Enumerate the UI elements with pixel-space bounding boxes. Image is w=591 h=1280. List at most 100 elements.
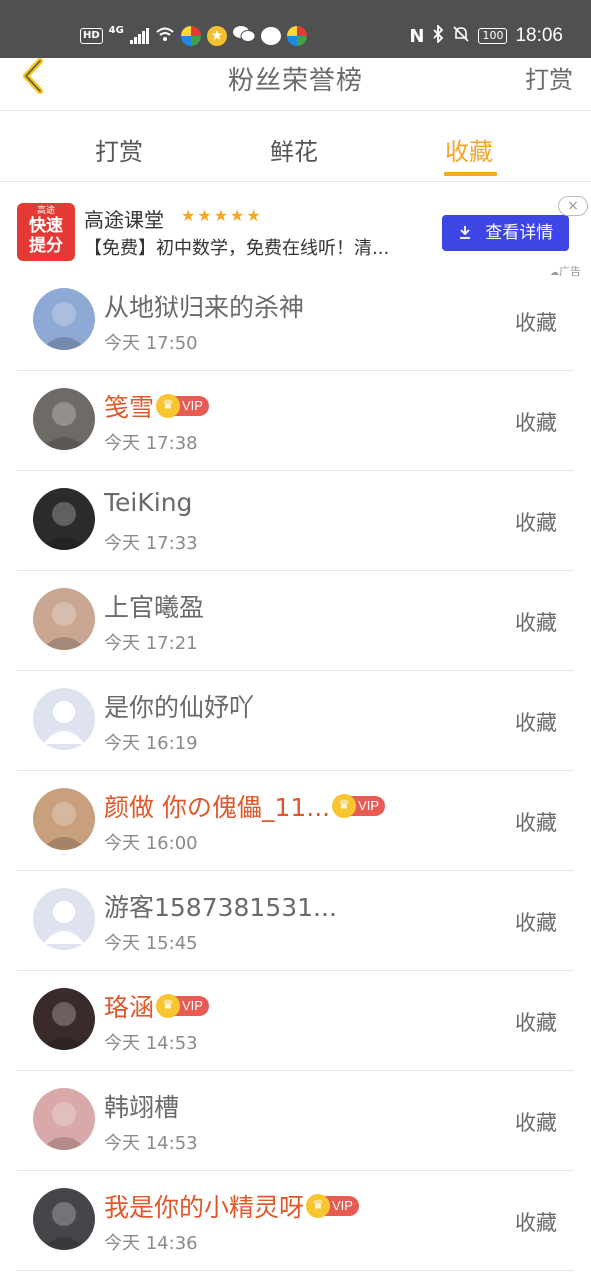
action-label: 收藏 — [515, 1011, 557, 1035]
timestamp: 今天 14:36 — [104, 1233, 198, 1254]
nfc-icon: N — [409, 25, 425, 47]
ad-logo-small-text: 高途 — [36, 206, 55, 216]
action-label: 收藏 — [515, 611, 557, 635]
username-text: 上官曦盈 — [104, 593, 205, 622]
username: 游客1587381531... — [104, 888, 337, 924]
avatar[interactable] — [33, 888, 95, 950]
list-item[interactable]: TeiKing 今天 17:33 收藏 — [0, 471, 591, 571]
wechat-icon — [232, 25, 256, 47]
action-label: 收藏 — [515, 311, 557, 335]
mute-bell-icon — [452, 25, 470, 48]
username: 我是你的小精灵呀 ♛ VIP — [104, 1188, 359, 1224]
timestamp: 今天 17:33 — [104, 533, 198, 554]
tab-reward[interactable]: 打赏 — [95, 132, 143, 167]
action-label: 收藏 — [515, 411, 557, 435]
ad-app-name: 高途课堂 — [84, 208, 164, 232]
action-label: 收藏 — [515, 811, 557, 835]
avatar[interactable] — [33, 1188, 95, 1250]
timestamp: 今天 16:19 — [104, 733, 198, 754]
username: 从地狱归来的杀神 — [104, 288, 304, 324]
crown-icon: ♛ — [332, 794, 357, 818]
bluetooth-icon — [432, 23, 444, 48]
battery-icon: 100 — [478, 28, 508, 44]
username-text: 我是你的小精灵呀 — [104, 1193, 305, 1222]
timestamp: 今天 14:53 — [104, 1033, 198, 1054]
username-text: 从地狱归来的杀神 — [104, 293, 305, 322]
list-item[interactable]: 是你的仙妤吖 今天 16:19 收藏 — [0, 671, 591, 771]
username-text: 笺雪 — [104, 393, 155, 422]
ad-banner[interactable]: 高途 快速 提分 高途课堂 ★★★★★ 【免费】初中数学，免费在线听！清... … — [0, 183, 591, 278]
ad-description: 【免费】初中数学，免费在线听！清... — [84, 238, 390, 259]
network-type: 4G — [108, 24, 124, 36]
list-item[interactable]: 从地狱归来的杀神今天 17:50 收藏 — [0, 271, 591, 371]
avatar[interactable] — [33, 588, 95, 650]
ad-logo-text-2: 提分 — [29, 236, 63, 256]
action-label: 收藏 — [515, 911, 557, 935]
tab-bar: 打赏 鲜花 收藏 — [0, 112, 591, 182]
ad-close-button[interactable]: × — [558, 196, 588, 216]
user-photo-icon — [41, 1002, 87, 1050]
avatar[interactable] — [33, 688, 95, 750]
ad-button-label: 查看详情 — [485, 223, 554, 243]
tab-flowers[interactable]: 鲜花 — [270, 132, 318, 167]
list-item[interactable]: 颜做 你の傀儡_11... ♛ VIP 今天 16:00 收藏 — [0, 771, 591, 871]
list-item[interactable]: 上官曦盈今天 17:21 收藏 — [0, 571, 591, 671]
vip-badge: ♛ VIP — [156, 394, 209, 418]
username-text: 韩翊槽 — [104, 1093, 180, 1122]
hd-icon: HD — [80, 28, 103, 44]
app-notification-icon-2 — [286, 26, 307, 46]
crown-icon: ♛ — [156, 394, 181, 418]
nav-header: 粉丝荣誉榜 打赏 — [0, 58, 591, 111]
avatar[interactable] — [33, 1088, 95, 1150]
avatar[interactable] — [33, 288, 95, 350]
signal-icon — [129, 28, 149, 44]
timestamp: 今天 17:38 — [104, 433, 198, 454]
ad-app-logo: 高途 快速 提分 — [17, 203, 75, 261]
list-item[interactable]: 珞涵 ♛ VIP 今天 14:53 收藏 — [0, 971, 591, 1071]
reward-button[interactable]: 打赏 — [525, 60, 573, 95]
vip-badge: ♛ VIP — [332, 794, 386, 818]
timestamp: 今天 14:53 — [104, 1133, 198, 1154]
ad-details-button[interactable]: 查看详情 — [442, 215, 569, 251]
username: 韩翊槽 — [104, 1088, 179, 1124]
app-notification-icon — [180, 26, 201, 46]
status-bar: HD 4G ★ N 100 18:06 — [0, 0, 591, 58]
download-icon — [458, 223, 485, 243]
user-photo-icon — [41, 302, 87, 350]
page-title: 粉丝荣誉榜 — [227, 66, 363, 96]
star-app-icon: ★ — [206, 26, 227, 46]
list-item[interactable]: 我是你的小精灵呀 ♛ VIP 今天 14:36 收藏 — [0, 1171, 591, 1271]
username: 珞涵 ♛ VIP — [104, 988, 209, 1024]
list-item[interactable]: 韩翊槽 今天 14:53 收藏 — [0, 1071, 591, 1171]
timestamp: 今天 17:21 — [104, 633, 198, 654]
user-photo-icon — [41, 502, 87, 550]
list-item[interactable]: 游客1587381531... 今天 15:45 收藏 — [0, 871, 591, 971]
vip-badge: ♛ VIP — [306, 1194, 359, 1218]
avatar[interactable] — [33, 788, 95, 850]
crown-icon: ♛ — [156, 994, 181, 1018]
user-photo-icon — [41, 402, 87, 450]
message-icon — [260, 27, 281, 45]
user-photo-icon — [41, 602, 87, 650]
user-photo-icon — [41, 1202, 87, 1250]
username-text: TeiKing — [104, 488, 193, 517]
avatar[interactable] — [33, 988, 95, 1050]
username-text: 游客1587381531... — [104, 893, 337, 922]
ad-logo-text-1: 快速 — [29, 216, 63, 236]
username: 上官曦盈 — [104, 588, 204, 624]
list-item[interactable]: 笺雪 ♛ VIP 今天 17:38 收藏 — [0, 371, 591, 471]
default-avatar-icon — [43, 901, 85, 944]
timestamp: 今天 15:45 — [104, 933, 198, 954]
action-label: 收藏 — [515, 711, 557, 735]
username-text: 颜做 你の傀儡_11... — [104, 793, 331, 822]
avatar[interactable] — [33, 388, 95, 450]
timestamp: 今天 17:50 — [104, 333, 198, 354]
vip-badge: ♛ VIP — [156, 994, 209, 1018]
username: TeiKing — [104, 488, 192, 517]
username: 笺雪 ♛ VIP — [104, 388, 209, 424]
avatar[interactable] — [33, 488, 95, 550]
action-label: 收藏 — [515, 511, 557, 535]
wifi-icon — [155, 26, 175, 46]
tab-favorites[interactable]: 收藏 — [445, 132, 493, 167]
username-text: 珞涵 — [104, 993, 155, 1022]
